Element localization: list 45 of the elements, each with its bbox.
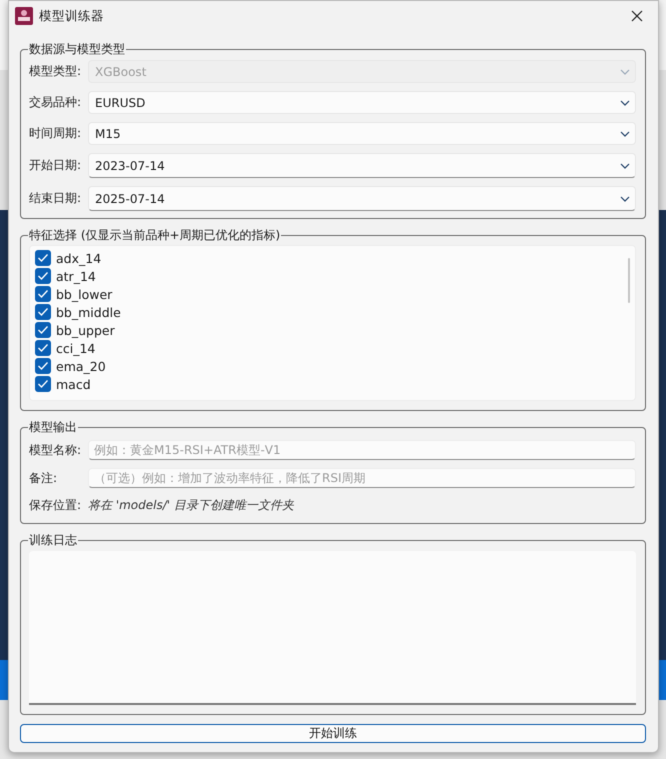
checkmark-icon xyxy=(37,379,49,389)
dropdown[interactable]: M15 xyxy=(88,122,636,145)
group-title: 训练日志 xyxy=(28,533,78,548)
checkbox-item[interactable]: macd xyxy=(35,375,630,393)
checkbox-item[interactable]: bb_lower xyxy=(35,285,630,303)
start-training-button[interactable]: 开始训练 xyxy=(20,724,646,743)
field-label: 交易品种: xyxy=(29,94,82,111)
checkmark-icon xyxy=(37,343,49,353)
chevron-down-icon xyxy=(620,68,630,74)
input-field[interactable]: （可选）例如：增加了波动率特征，降低了RSI周期 xyxy=(88,468,636,488)
app-logo-icon xyxy=(15,7,33,25)
group-title: 模型输出 xyxy=(28,420,78,435)
field-label: 模型名称: xyxy=(29,442,82,458)
save-location-text: 将在 'models/' 目录下创建唯一文件夹 xyxy=(88,497,294,514)
chevron-down-icon xyxy=(620,162,630,168)
checkbox-item[interactable]: cci_14 xyxy=(35,339,630,357)
scrollbar-thumb[interactable] xyxy=(628,258,630,303)
checkmark-icon xyxy=(37,253,49,263)
date-picker[interactable]: 2025-07-14 xyxy=(88,186,636,211)
close-icon xyxy=(631,10,643,22)
checkmark-icon xyxy=(37,289,49,299)
window-title: 模型训练器 xyxy=(39,8,104,24)
checkbox-item[interactable]: ema_20 xyxy=(35,357,630,375)
checkbox-item[interactable]: bb_middle xyxy=(35,303,630,321)
field-label: 开始日期: xyxy=(29,157,82,174)
checkbox-item[interactable]: adx_14 xyxy=(35,249,630,267)
field-label: 保存位置: xyxy=(29,497,82,514)
field-label: 模型类型: xyxy=(29,63,82,80)
checkmark-icon xyxy=(37,307,49,317)
chevron-down-icon xyxy=(620,196,630,202)
group-title: 特征选择 (仅显示当前品种+周期已优化的指标) xyxy=(28,228,282,243)
field-label: 时间周期: xyxy=(29,125,82,142)
group-title: 数据源与模型类型 xyxy=(28,42,126,57)
field-label: 备注: xyxy=(29,470,58,486)
field-label: 结束日期: xyxy=(29,190,82,207)
chevron-down-icon xyxy=(620,130,630,136)
checkbox-item[interactable]: atr_14 xyxy=(35,267,630,285)
chevron-down-icon xyxy=(620,100,630,106)
checkmark-icon xyxy=(37,271,49,281)
checkmark-icon xyxy=(37,325,49,335)
date-picker[interactable]: 2023-07-14 xyxy=(88,153,636,178)
checkbox-item[interactable]: bb_upper xyxy=(35,321,630,339)
dropdown[interactable]: EURUSD xyxy=(88,91,636,114)
input-field[interactable]: 例如：黄金M15-RSI+ATR模型-V1 xyxy=(88,440,636,460)
checkmark-icon xyxy=(37,361,49,371)
